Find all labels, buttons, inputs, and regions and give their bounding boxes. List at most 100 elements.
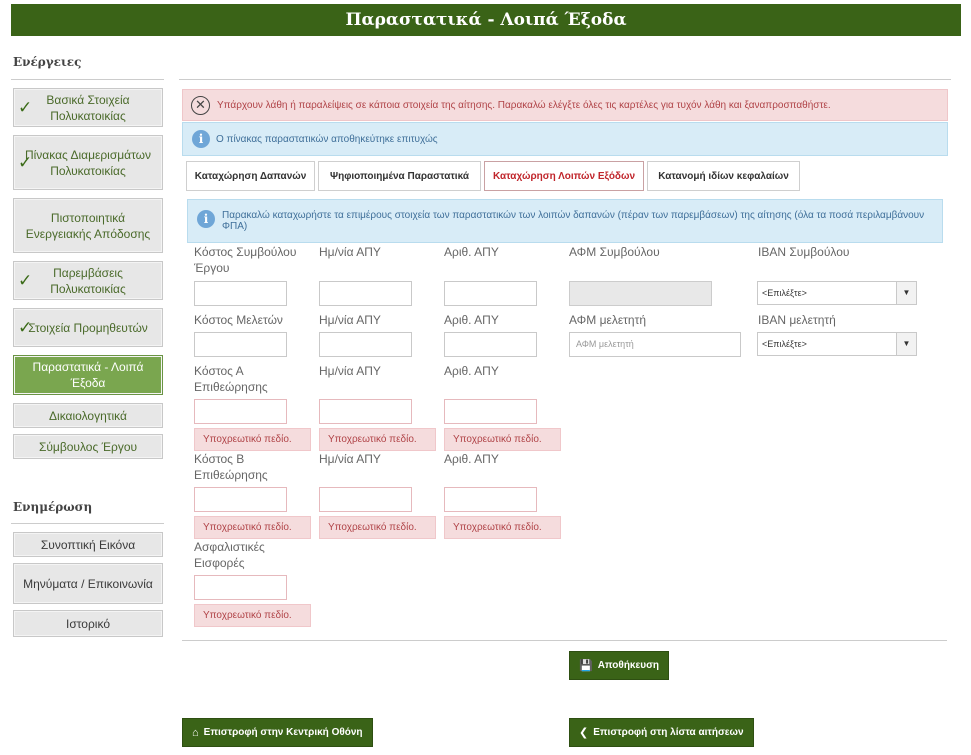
home-button-label: Επιστροφή στην Κεντρική Οθόνη xyxy=(203,727,363,738)
chevron-down-icon: ▼ xyxy=(896,333,916,355)
inspection-a-number-input[interactable] xyxy=(444,399,537,424)
sidebar-item-energy-certificates[interactable]: Πιστοποιητικά Ενεργειακής Απόδοσης xyxy=(13,198,163,253)
error-alert-text: Υπάρχουν λάθη ή παραλείψεις σε κάποια στ… xyxy=(217,99,831,111)
save-button[interactable]: 💾 Αποθήκευση xyxy=(569,651,670,680)
updates-divider xyxy=(11,523,164,524)
researcher-afm-label: ΑΦΜ μελετητή xyxy=(569,313,647,327)
check-icon: ✓ xyxy=(18,97,33,117)
inspection-b-number-label: Αριθ. ΑΠΥ xyxy=(444,452,499,466)
required-field-error: Υποχρεωτικό πεδίο. xyxy=(444,516,561,539)
back-to-list-button[interactable]: ❮ Επιστροφή στη λίστα αιτήσεων xyxy=(569,718,754,747)
tab-other-expenses-entry[interactable]: Καταχώρηση Λοιπών Εξόδων xyxy=(484,161,644,191)
required-field-error: Υποχρεωτικό πεδίο. xyxy=(194,516,311,539)
researcher-iban-label: IBAN μελετητή xyxy=(758,313,836,327)
home-button[interactable]: ⌂ Επιστροφή στην Κεντρική Οθόνη xyxy=(182,718,373,747)
sidebar-item-label: Ιστορικό xyxy=(65,616,110,631)
sidebar-item-label: Παρεμβάσεις Πολυκατοικίας xyxy=(50,265,126,296)
sidebar-item-messages[interactable]: Μηνύματα / Επικοινωνία xyxy=(13,563,163,604)
inspection-a-number-label: Αριθ. ΑΠΥ xyxy=(444,364,499,378)
advisor-cost-input[interactable] xyxy=(194,281,287,306)
page-title: Παραστατικά - Λοιπά Έξοδα xyxy=(11,4,961,36)
check-icon: ✓ xyxy=(18,317,33,337)
insurance-contributions-label: Ασφαλιστικές Εισφορές xyxy=(194,540,265,570)
advisor-cost-label: Κόστος Συμβούλου Έργου xyxy=(194,245,297,275)
sidebar-item-label: Στοιχεία Προμηθευτών xyxy=(28,320,148,335)
advisor-date-label: Ημ/νία ΑΠΥ xyxy=(319,245,381,259)
sidebar-item-project-advisor[interactable]: Σύμβουλος Έργου xyxy=(13,434,163,459)
info-alert: i Παρακαλώ καταχωρήστε τα επιμέρους στοι… xyxy=(187,199,943,243)
actions-section-title: Ενέργειες xyxy=(13,55,82,69)
back-to-list-button-label: Επιστροφή στη λίστα αιτήσεων xyxy=(593,727,744,738)
tab-own-funds-allocation[interactable]: Κατανομή ιδίων κεφαλαίων xyxy=(647,161,800,191)
sidebar-item-label: Συνοπτική Εικόνα xyxy=(40,537,136,552)
sidebar-item-documents-expenses[interactable]: Παραστατικά - Λοιπά Έξοδα xyxy=(13,355,163,395)
studies-date-label: Ημ/νία ΑΠΥ xyxy=(319,313,381,327)
home-icon: ⌂ xyxy=(192,726,199,739)
actions-divider xyxy=(11,79,164,80)
required-field-error: Υποχρεωτικό πεδίο. xyxy=(319,516,436,539)
info-alert-text: Παρακαλώ καταχωρήστε τα επιμέρους στοιχε… xyxy=(222,210,925,232)
sidebar-item-label: Σύμβουλος Έργου xyxy=(38,439,138,454)
inspection-b-date-input[interactable] xyxy=(319,487,412,512)
advisor-date-input[interactable] xyxy=(319,281,412,306)
sidebar-item-supporting-docs[interactable]: Δικαιολογητικά xyxy=(13,403,163,428)
sidebar-item-label: Δικαιολογητικά xyxy=(49,408,127,423)
required-field-error: Υποχρεωτικό πεδίο. xyxy=(194,428,311,451)
sidebar-item-suppliers[interactable]: ✓ Στοιχεία Προμηθευτών xyxy=(13,308,163,347)
success-alert: i Ο πίνακας παραστατικών αποθηκεύτηκε επ… xyxy=(182,122,948,156)
sidebar-item-interventions[interactable]: ✓ Παρεμβάσεις Πολυκατοικίας xyxy=(13,261,163,300)
inspection-a-date-input[interactable] xyxy=(319,399,412,424)
info-icon: i xyxy=(197,210,215,228)
required-field-error: Υποχρεωτικό πεδίο. xyxy=(194,604,311,627)
inspection-b-number-input[interactable] xyxy=(444,487,537,512)
studies-cost-input[interactable] xyxy=(194,332,287,357)
close-circle-icon: ✕ xyxy=(191,96,210,115)
advisor-iban-label: IBAN Συμβούλου xyxy=(758,245,850,259)
studies-number-input[interactable] xyxy=(444,332,537,357)
sidebar-item-label: Πίνακας Διαμερισμάτων Πολυκατοικίας xyxy=(24,147,152,178)
inspection-a-cost-input[interactable] xyxy=(194,399,287,424)
researcher-iban-select[interactable]: <Επιλέξτε> ▼ xyxy=(757,332,917,356)
required-field-error: Υποχρεωτικό πεδίο. xyxy=(444,428,561,451)
tab-digitized-documents[interactable]: Ψηφιοποιημένα Παραστατικά xyxy=(318,161,481,191)
floppy-disk-icon: 💾 xyxy=(579,660,593,672)
updates-section-title: Ενημέρωση xyxy=(13,500,93,514)
studies-number-label: Αριθ. ΑΠΥ xyxy=(444,313,499,327)
sidebar-item-label: Μηνύματα / Επικοινωνία xyxy=(23,576,153,591)
check-icon: ✓ xyxy=(18,152,33,172)
inspection-b-date-label: Ημ/νία ΑΠΥ xyxy=(319,452,381,466)
chevron-down-icon: ▼ xyxy=(896,282,916,304)
check-icon: ✓ xyxy=(18,270,33,290)
form-bottom-divider xyxy=(182,640,947,641)
insurance-contributions-input[interactable] xyxy=(194,575,287,600)
inspection-a-cost-label: Κόστος Α Επιθεώρησης xyxy=(194,364,268,394)
info-icon: i xyxy=(192,130,210,148)
sidebar-item-history[interactable]: Ιστορικό xyxy=(13,610,163,637)
main-top-divider xyxy=(179,79,951,80)
inspection-b-cost-label: Κόστος Β Επιθεώρησης xyxy=(194,452,268,482)
advisor-number-label: Αριθ. ΑΠΥ xyxy=(444,245,499,259)
tab-expenses-entry[interactable]: Καταχώρηση Δαπανών xyxy=(186,161,315,191)
studies-cost-label: Κόστος Μελετών xyxy=(194,313,283,327)
advisor-afm-input xyxy=(569,281,712,306)
researcher-iban-value: <Επιλέξτε> xyxy=(762,339,807,349)
advisor-number-input[interactable] xyxy=(444,281,537,306)
sidebar-item-label: Πιστοποιητικά Ενεργειακής Απόδοσης xyxy=(25,210,151,241)
inspection-a-date-label: Ημ/νία ΑΠΥ xyxy=(319,364,381,378)
chevron-left-icon: ❮ xyxy=(579,727,589,739)
success-alert-text: Ο πίνακας παραστατικών αποθηκεύτηκε επιτ… xyxy=(216,133,438,145)
sidebar-item-label: Παραστατικά - Λοιπά Έξοδα xyxy=(32,360,144,390)
sidebar-item-basic-info[interactable]: ✓ Βασικά Στοιχεία Πολυκατοικίας xyxy=(13,88,163,127)
required-field-error: Υποχρεωτικό πεδίο. xyxy=(319,428,436,451)
save-button-label: Αποθήκευση xyxy=(597,660,660,671)
sidebar-item-overview[interactable]: Συνοπτική Εικόνα xyxy=(13,532,163,557)
inspection-b-cost-input[interactable] xyxy=(194,487,287,512)
sidebar-item-apartments-table[interactable]: ✓ Πίνακας Διαμερισμάτων Πολυκατοικίας xyxy=(13,135,163,190)
advisor-afm-label: ΑΦΜ Συμβούλου xyxy=(569,245,660,259)
researcher-afm-input[interactable]: ΑΦΜ μελετητή xyxy=(569,332,741,357)
sidebar-item-label: Βασικά Στοιχεία Πολυκατοικίας xyxy=(46,92,130,123)
error-alert: ✕ Υπάρχουν λάθη ή παραλείψεις σε κάποια … xyxy=(182,89,948,121)
advisor-iban-select[interactable]: <Επιλέξτε> ▼ xyxy=(757,281,917,305)
studies-date-input[interactable] xyxy=(319,332,412,357)
advisor-iban-value: <Επιλέξτε> xyxy=(762,288,807,298)
